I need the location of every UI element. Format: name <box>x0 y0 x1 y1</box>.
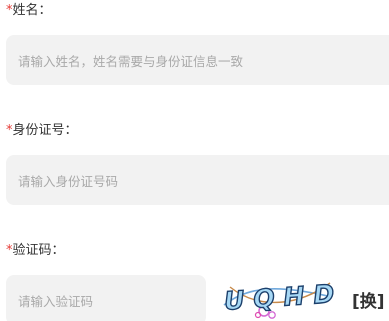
captcha-image[interactable]: UQHD <box>220 275 336 319</box>
captcha-input[interactable]: 请输入验证码 <box>6 275 206 321</box>
refresh-captcha-link[interactable]: [换] <box>352 287 385 312</box>
name-label-text: 姓名： <box>12 3 52 18</box>
captcha-glyph: UQHD <box>223 278 336 315</box>
identity-form: *姓名： 请输入姓名，姓名需要与身份证信息一致 *身份证号： 请输入身份证号码 … <box>0 0 389 321</box>
captcha-label: *验证码： <box>6 242 65 260</box>
captcha-label-text: 验证码： <box>12 243 65 258</box>
id-number-label: *身份证号： <box>6 122 78 140</box>
id-number-input[interactable]: 请输入身份证号码 <box>6 155 389 205</box>
name-label: *姓名： <box>6 2 52 20</box>
name-placeholder: 请输入姓名，姓名需要与身份证信息一致 <box>18 53 244 69</box>
name-input[interactable]: 请输入姓名，姓名需要与身份证信息一致 <box>6 35 389 85</box>
captcha-placeholder: 请输入验证码 <box>18 293 94 309</box>
id-number-label-text: 身份证号： <box>12 123 78 138</box>
id-number-placeholder: 请输入身份证号码 <box>18 173 119 189</box>
